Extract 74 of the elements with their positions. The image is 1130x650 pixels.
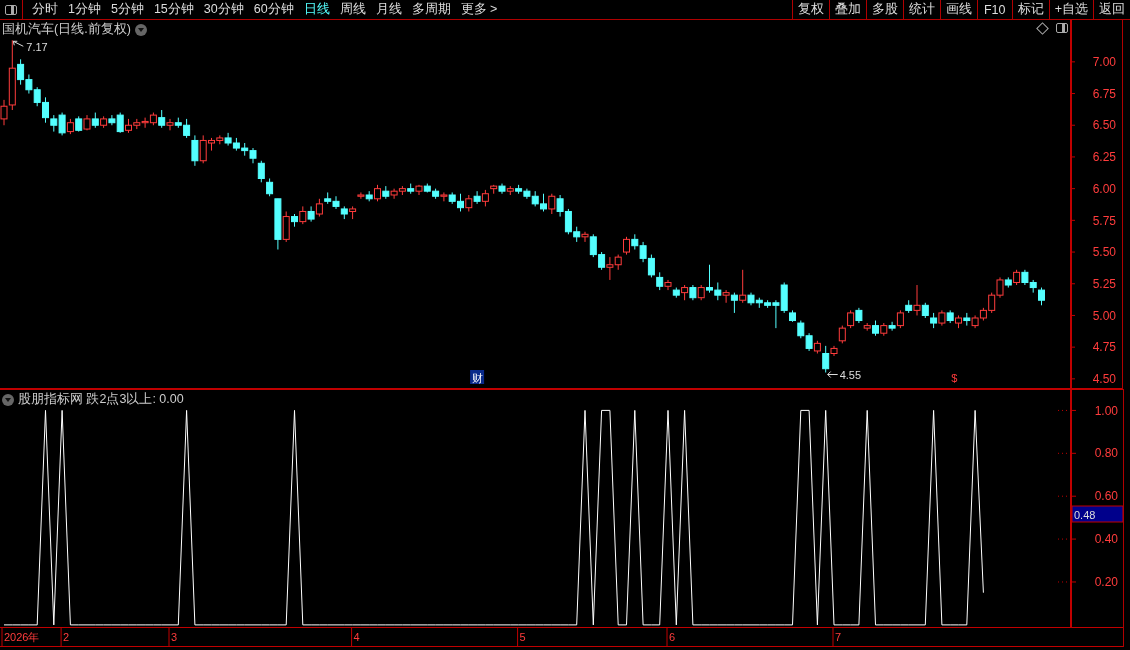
axis-label: 4.50 xyxy=(1092,372,1116,387)
axis-label: 6.75 xyxy=(1092,86,1116,101)
period-tab[interactable]: 日线 xyxy=(298,0,335,19)
period-tab[interactable]: 更多 > xyxy=(455,0,503,19)
panel-toggle-icon[interactable] xyxy=(5,4,17,15)
axis-label: 0.80 xyxy=(1094,446,1118,461)
candlestick xyxy=(282,210,290,243)
candlestick xyxy=(739,269,747,304)
axis-label: 5.75 xyxy=(1092,213,1116,228)
date-label: 2 xyxy=(63,631,70,643)
toolbar-button[interactable]: 标记 xyxy=(1011,0,1049,19)
date-label: 7 xyxy=(835,631,842,643)
candlestick xyxy=(0,99,8,126)
date-label: 2026年 xyxy=(4,631,40,643)
period-tab[interactable]: 月线 xyxy=(370,0,407,19)
period-tab[interactable]: 多周期 xyxy=(406,0,456,19)
toolbar-button[interactable]: 统计 xyxy=(902,0,940,19)
axis-label: 0.40 xyxy=(1094,532,1118,547)
toolbar-button[interactable]: 复权 xyxy=(791,0,829,19)
period-tab[interactable]: 周线 xyxy=(334,0,371,19)
axis-label: 6.50 xyxy=(1092,118,1116,133)
axis-label: 4.75 xyxy=(1092,340,1116,355)
candlestick xyxy=(730,292,738,314)
axis-label: 5.25 xyxy=(1092,276,1116,291)
period-tab[interactable]: 15分钟 xyxy=(148,0,199,19)
axis-label: 1.00 xyxy=(1094,403,1118,418)
period-tab[interactable]: 30分钟 xyxy=(198,0,249,19)
candlestick xyxy=(888,321,896,332)
leader-line xyxy=(12,40,24,47)
dropdown-icon[interactable] xyxy=(2,393,14,406)
candlestick xyxy=(473,190,481,205)
axis-label: 6.25 xyxy=(1092,150,1116,165)
candlestick xyxy=(913,284,921,316)
candlestick xyxy=(257,160,265,183)
date-label: 5 xyxy=(519,631,526,643)
candlestick xyxy=(581,231,589,243)
candlestick xyxy=(722,289,730,304)
date-label: 4 xyxy=(353,631,360,643)
indicator-title: 股朋指标网 跌2点3以上: 0.00 xyxy=(18,391,184,408)
event-badge[interactable]: 财 xyxy=(470,370,485,384)
stock-title: 国机汽车(日线.前复权) xyxy=(2,21,131,38)
dropdown-icon[interactable] xyxy=(134,23,147,36)
cursor-value-label: 0.48 xyxy=(1071,505,1123,523)
candlestick xyxy=(548,193,556,215)
axis-label: 6.00 xyxy=(1092,181,1116,196)
candlestick xyxy=(440,191,448,202)
period-tab[interactable]: 60分钟 xyxy=(248,0,299,19)
event-badge[interactable]: $ xyxy=(951,372,958,384)
axis-label: 7.00 xyxy=(1092,55,1116,69)
axis-label: 5.00 xyxy=(1092,308,1116,323)
low-price-label: 4.55 xyxy=(839,368,862,381)
panel-toggle-icon[interactable] xyxy=(1056,23,1068,33)
period-tab[interactable]: 分时 xyxy=(27,0,63,19)
toolbar-button[interactable]: F10 xyxy=(976,0,1012,19)
toolbar-button[interactable]: 画线 xyxy=(939,0,977,19)
leader-line xyxy=(827,371,839,378)
period-tab[interactable]: 1分钟 xyxy=(63,0,106,19)
axis-label: 5.50 xyxy=(1092,245,1116,260)
candlestick xyxy=(822,345,830,374)
candlestick xyxy=(307,205,315,223)
date-label: 6 xyxy=(669,631,676,643)
candlestick xyxy=(191,134,199,167)
toolbar-button[interactable]: 叠加 xyxy=(828,0,866,19)
candlestick xyxy=(357,191,365,200)
high-price-label: 7.17 xyxy=(26,41,48,54)
axis-label: 0.60 xyxy=(1094,489,1118,504)
candlestick xyxy=(166,118,174,131)
axis-label: 0.20 xyxy=(1094,575,1118,590)
date-label: 3 xyxy=(171,631,178,643)
toolbar-button[interactable]: +自选 xyxy=(1048,0,1093,19)
period-tab[interactable]: 5分钟 xyxy=(105,0,149,19)
toolbar-button[interactable]: 返回 xyxy=(1093,0,1130,19)
toolbar-button[interactable]: 多股 xyxy=(865,0,903,19)
candlestick xyxy=(664,279,672,291)
